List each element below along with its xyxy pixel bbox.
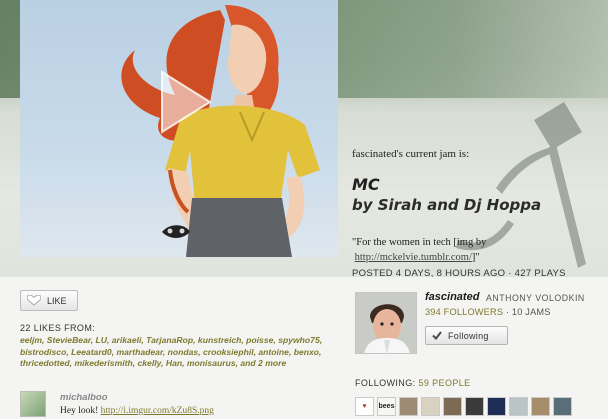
followers-count[interactable]: 394 FOLLOWERS: [425, 307, 503, 317]
following-avatar[interactable]: [553, 397, 572, 416]
jam-hero: fascinated's current jam is: MC by Sirah…: [0, 0, 608, 277]
liker-link[interactable]: arikaeli: [112, 335, 142, 345]
following-count[interactable]: 59 PEOPLE: [418, 378, 470, 388]
comment-username[interactable]: michalboo: [60, 392, 108, 403]
liker-link[interactable]: marthadear: [117, 347, 163, 357]
caption-suffix: ]": [471, 252, 480, 263]
comment-text: Hey look! http://i.imgur.com/kZu8S.png: [60, 406, 214, 416]
likers-more-link[interactable]: and 2 more: [240, 358, 286, 368]
following-avatar[interactable]: ♥: [355, 397, 374, 416]
profile-real-name: ANTHONY VOLODKIN: [486, 293, 585, 303]
caption-link[interactable]: http://mckelvie.tumblr.com/: [355, 252, 472, 263]
following-avatar[interactable]: [421, 397, 440, 416]
likers-list: eeljm, StevieBear, LU, arikaeli, Tarjana…: [20, 335, 323, 369]
checkmark-icon: [432, 331, 442, 340]
caption-text: "For the women in tech [img by: [352, 237, 487, 248]
liker-link[interactable]: Leeatard0: [71, 347, 112, 357]
profile-photo: [356, 293, 416, 353]
jam-caption: "For the women in tech [img by http://mc…: [352, 235, 602, 265]
comment-link[interactable]: http://i.imgur.com/kZu8S.png: [101, 406, 214, 416]
liker-link[interactable]: poisse: [246, 335, 273, 345]
play-icon: [161, 70, 212, 134]
following-avatar[interactable]: [465, 397, 484, 416]
comment: michalboo Hey look! http://i.imgur.com/k…: [20, 388, 340, 419]
following-avatars: ♥ bees: [355, 397, 572, 416]
profile-username[interactable]: fascinated: [425, 291, 479, 303]
liker-link[interactable]: LU: [96, 335, 107, 345]
following-avatar[interactable]: [399, 397, 418, 416]
liker-link[interactable]: nondas: [168, 347, 199, 357]
liker-link[interactable]: mikederismith: [74, 358, 132, 368]
liker-link[interactable]: bistrodisco: [20, 347, 66, 357]
liker-link[interactable]: ckelly: [138, 358, 162, 368]
following-button-label: Following: [448, 330, 489, 341]
profile-avatar[interactable]: [355, 292, 417, 354]
liker-link[interactable]: crooksiephil: [203, 347, 254, 357]
jams-count: · 10 JAMS: [503, 307, 551, 317]
following-avatar[interactable]: [443, 397, 462, 416]
following-avatar[interactable]: [487, 397, 506, 416]
liker-link[interactable]: kunstreich: [198, 335, 241, 345]
likes-header: 22 LIKES FROM:: [20, 323, 96, 333]
liker-link[interactable]: thricedotted: [20, 358, 70, 368]
following-avatar[interactable]: [509, 397, 528, 416]
liker-link[interactable]: TarjanaRop: [146, 335, 193, 345]
liker-link[interactable]: Han: [166, 358, 182, 368]
jam-info: fascinated's current jam is: MC by Sirah…: [352, 148, 602, 277]
jam-meta: POSTED 4 DAYS, 8 HOURS AGO · 427 PLAYS: [352, 268, 566, 277]
heart-icon: [27, 295, 41, 306]
following-avatar[interactable]: bees: [377, 397, 396, 416]
jam-artist[interactable]: by Sirah and Dj Hoppa: [352, 195, 602, 215]
liker-link[interactable]: eeljm: [20, 335, 42, 345]
like-button[interactable]: LIKE: [20, 290, 78, 311]
profile-stats: 394 FOLLOWERS · 10 JAMS: [425, 307, 551, 317]
following-label: FOLLOWING: 59 PEOPLE: [355, 378, 471, 388]
like-button-label: LIKE: [47, 295, 67, 306]
jam-kicker: fascinated's current jam is:: [352, 148, 470, 160]
liker-link[interactable]: StevieBear: [47, 335, 91, 345]
following-avatar[interactable]: [531, 397, 550, 416]
following-label-text: FOLLOWING:: [355, 378, 416, 388]
comment-avatar[interactable]: [20, 391, 46, 417]
following-button[interactable]: Following: [425, 326, 508, 345]
liker-link[interactable]: spywho75: [278, 335, 320, 345]
play-button[interactable]: [160, 70, 212, 134]
comment-text-body: Hey look!: [60, 406, 101, 416]
liker-link[interactable]: monisaurus: [187, 358, 236, 368]
jam-title[interactable]: MC: [352, 175, 602, 195]
liker-link[interactable]: antoine: [258, 347, 289, 357]
liker-link[interactable]: benxo: [294, 347, 319, 357]
